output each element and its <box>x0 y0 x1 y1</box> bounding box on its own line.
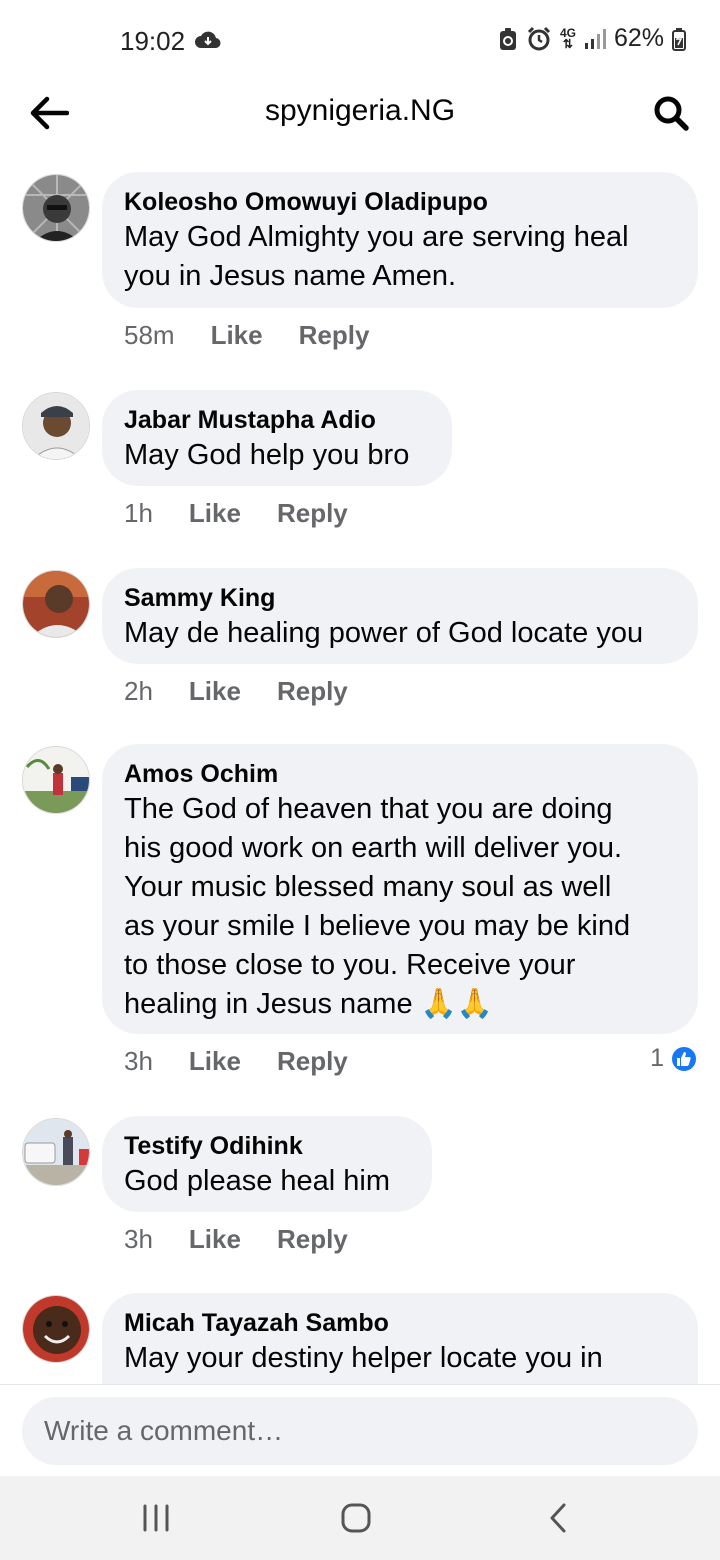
comment-actions: 2h Like Reply <box>124 676 348 707</box>
nav-back-icon <box>550 1503 566 1533</box>
battery-icon <box>672 27 686 51</box>
comment-author[interactable]: Sammy King <box>124 582 676 614</box>
recents-button[interactable] <box>126 1496 186 1540</box>
comment-author[interactable]: Koleosho Omowuyi Oladipupo <box>124 186 676 218</box>
comment-actions: 58m Like Reply <box>124 320 369 351</box>
system-nav-bar <box>0 1476 720 1560</box>
home-button[interactable] <box>326 1496 386 1540</box>
comment-text-line: May God help you bro <box>124 439 410 471</box>
comment-composer <box>0 1384 720 1476</box>
battery-saver-icon <box>499 27 516 50</box>
like-button[interactable]: Like <box>189 676 241 707</box>
nav-back-button[interactable] <box>528 1496 588 1540</box>
reaction-count: 1 <box>650 1044 664 1072</box>
reply-button[interactable]: Reply <box>277 498 348 529</box>
status-icons: 4G ⇅ 62% <box>498 24 686 53</box>
comment-author[interactable]: Micah Tayazah Sambo <box>124 1307 676 1339</box>
comment-time: 3h <box>124 1046 153 1076</box>
comment-time: 2h <box>124 676 153 706</box>
like-button[interactable]: Like <box>189 498 241 529</box>
comment-author[interactable]: Jabar Mustapha Adio <box>124 404 430 436</box>
comment-author[interactable]: Amos Ochim <box>124 758 676 790</box>
status-bar: 19:02 4G ⇅ 62% <box>0 0 720 80</box>
page-title: spynigeria.NG <box>264 94 456 127</box>
top-app-bar: spynigeria.NG <box>0 80 720 146</box>
like-button[interactable]: Like <box>211 320 263 351</box>
avatar[interactable] <box>22 392 90 460</box>
comment-bubble[interactable]: Sammy King May de healing power of God l… <box>102 568 698 664</box>
avatar[interactable] <box>22 1118 90 1186</box>
comment-text-line: God please heal him <box>124 1165 390 1197</box>
avatar[interactable] <box>22 1295 90 1363</box>
comment-bubble[interactable]: Koleosho Omowuyi Oladipupo May God Almig… <box>102 172 698 308</box>
comment-input[interactable] <box>22 1397 698 1465</box>
comment-text-line: May de healing power of God locate you <box>124 617 644 649</box>
comment-author[interactable]: Testify Odihink <box>124 1130 410 1162</box>
comment-bubble[interactable]: Micah Tayazah Sambo May your destiny hel… <box>102 1293 698 1384</box>
status-time: 19:02 <box>120 26 186 56</box>
home-icon <box>341 1503 371 1533</box>
comment-text-line: The God of heaven that you are doing <box>124 793 613 825</box>
like-button[interactable]: Like <box>189 1046 241 1077</box>
reaction-summary[interactable]: 1 <box>650 1044 698 1073</box>
comment-text-line: Your music blessed many soul as well <box>124 871 612 903</box>
comment-text-line: his good work on earth will deliver you. <box>124 832 623 864</box>
comment-bubble[interactable]: Amos Ochim The God of heaven that you ar… <box>102 744 698 1034</box>
comment-text-line: as your smile I believe you may be kind <box>124 910 631 942</box>
network-type: 4G ⇅ <box>559 25 576 51</box>
comments-list[interactable]: Koleosho Omowuyi Oladipupo May God Almig… <box>0 172 720 1384</box>
comment-text-line: May your destiny helper locate you in <box>124 1342 603 1374</box>
comment-bubble[interactable]: Jabar Mustapha Adio May God help you bro <box>102 390 452 486</box>
comment-actions: 1h Like Reply <box>124 498 348 529</box>
reply-button[interactable]: Reply <box>299 320 370 351</box>
comment-text-line: to those close to you. Receive your <box>124 949 576 981</box>
comment-text-line: you in Jesus name Amen. <box>124 260 457 292</box>
like-button[interactable]: Like <box>189 1224 241 1255</box>
recents-icon <box>143 1504 169 1532</box>
avatar[interactable] <box>22 174 90 242</box>
reply-button[interactable]: Reply <box>277 1224 348 1255</box>
comment-actions: 3h Like Reply <box>124 1224 348 1255</box>
comment-text-line: healing in Jesus name 🙏🙏 <box>124 988 493 1020</box>
comment-time: 1h <box>124 498 153 528</box>
comment-time: 58m <box>124 320 175 350</box>
battery-percent: 62% <box>613 24 664 52</box>
comment-bubble[interactable]: Testify Odihink God please heal him <box>102 1116 432 1212</box>
comment-text-line: May God Almighty you are serving heal <box>124 221 629 253</box>
cloud-sync-icon <box>195 31 221 49</box>
signal-icon <box>584 28 606 49</box>
thumbs-up-icon <box>670 1044 698 1073</box>
alarm-icon <box>527 26 550 50</box>
reply-button[interactable]: Reply <box>277 676 348 707</box>
avatar[interactable] <box>22 746 90 814</box>
search-button[interactable] <box>648 90 694 136</box>
search-icon <box>654 96 689 131</box>
comment-time: 3h <box>124 1224 153 1254</box>
comment-actions: 3h Like Reply <box>124 1046 348 1077</box>
reply-button[interactable]: Reply <box>277 1046 348 1077</box>
avatar[interactable] <box>22 570 90 638</box>
